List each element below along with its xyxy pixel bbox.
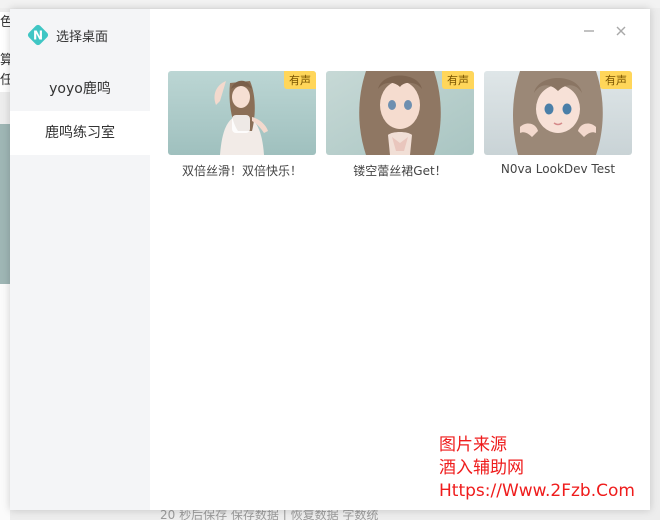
background-left-strip: 色 算 任	[0, 12, 13, 92]
desktop-card-title: 双倍丝滑！双倍快乐！	[181, 164, 302, 178]
desktop-thumbnail: 有声	[326, 71, 474, 155]
close-icon	[616, 26, 626, 36]
desktop-card[interactable]: 有声 双倍丝滑！双倍快乐！	[168, 71, 316, 179]
audio-badge: 有声	[442, 71, 474, 89]
minimize-button[interactable]	[582, 23, 596, 39]
dialog-title: 选择桌面	[56, 29, 109, 45]
watermark-line: 酒入辅助网	[439, 458, 524, 478]
window-controls	[582, 23, 628, 39]
watermark-url: Https://Www.2Fzb.Com	[439, 481, 635, 501]
desktop-card-title: 镂空蕾丝裙Get！	[353, 164, 447, 178]
sidebar-item-luming-practice-room[interactable]: 鹿鸣练习室	[10, 111, 150, 155]
sidebar: N 选择桌面 yoyo鹿鸣 鹿鸣练习室	[10, 9, 150, 510]
desktop-card-title: N0va LookDev Test	[500, 162, 616, 176]
audio-badge: 有声	[600, 71, 632, 89]
background-topbar	[0, 0, 660, 8]
close-button[interactable]	[614, 23, 628, 39]
desktop-grid: 有声 双倍丝滑！双倍快乐！ 有声 镂空蕾丝裙Get！ 有声 N0va LookD…	[168, 71, 632, 179]
desktop-thumbnail: 有声	[484, 71, 632, 155]
app-logo-letter: N	[33, 29, 43, 43]
watermark-line: 图片来源	[439, 435, 507, 455]
audio-badge: 有声	[284, 71, 316, 89]
minimize-icon	[584, 30, 594, 32]
watermark: 图片来源 酒入辅助网 Https://Www.2Fzb.Com	[439, 434, 635, 503]
desktop-card[interactable]: 有声 镂空蕾丝裙Get！	[326, 71, 474, 179]
sidebar-item-yoyo-luming[interactable]: yoyo鹿鸣	[10, 67, 150, 111]
dialog-header: N 选择桌面	[10, 9, 150, 61]
desktop-thumbnail: 有声	[168, 71, 316, 155]
app-logo-icon: N	[26, 23, 50, 47]
background-panel	[0, 284, 10, 520]
background-image-fragment	[0, 124, 10, 284]
desktop-card[interactable]: 有声 N0va LookDev Test	[484, 71, 632, 179]
